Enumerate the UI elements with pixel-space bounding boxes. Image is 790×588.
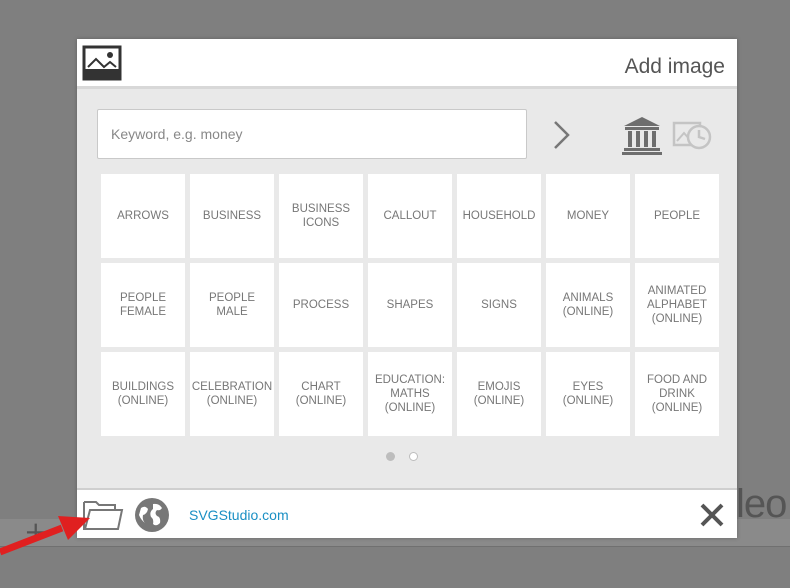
category-tile[interactable]: SHAPES [368,263,452,347]
dialog-header: Add image [77,39,737,89]
background-partial-text: leo [736,482,787,526]
category-tile[interactable]: SIGNS [457,263,541,347]
category-grid: ARROWS BUSINESS BUSINESS ICONS CALLOUT HOUSE… [101,174,719,436]
category-tile[interactable]: CHART (ONLINE) [279,352,363,436]
category-tile[interactable]: HOUSEHOLD [457,174,541,258]
dialog-title: Add image [624,55,725,78]
search-input[interactable] [109,110,513,158]
category-tile[interactable]: MONEY [546,174,630,258]
red-arrow-annotation [0,516,90,556]
category-tile[interactable]: EYES (ONLINE) [546,352,630,436]
image-icon [82,45,122,81]
category-tile[interactable]: PEOPLE [635,174,719,258]
pagination [381,448,423,466]
page-dot-active[interactable] [386,452,395,461]
category-tile[interactable]: PEOPLE FEMALE [101,263,185,347]
library-icon[interactable] [622,115,662,155]
close-icon[interactable] [699,502,725,528]
category-tile[interactable]: FOOD AND DRINK (ONLINE) [635,352,719,436]
category-tile[interactable]: CELEBRATION (ONLINE) [190,352,274,436]
add-image-dialog: Add image ARROWSBUSINESSBUSINESS ICONSCA… [77,39,737,538]
category-tile[interactable]: ARROWS [101,174,185,258]
category-tile[interactable]: ANIMATED ALPHABET (ONLINE) [635,263,719,347]
category-tile[interactable]: BUSINESS [190,174,274,258]
category-tile[interactable]: BUILDINGS (ONLINE) [101,352,185,436]
history-icon[interactable] [672,117,712,153]
background-divider [0,546,790,547]
category-tile[interactable]: EDUCATION: MATHS (ONLINE) [368,352,452,436]
svgstudio-link[interactable]: SVGStudio.com [189,507,289,523]
category-tile[interactable]: ANIMALS (ONLINE) [546,263,630,347]
category-tile[interactable]: PROCESS [279,263,363,347]
category-tile[interactable]: CALLOUT [368,174,452,258]
category-tile[interactable]: EMOJIS (ONLINE) [457,352,541,436]
chevron-right-icon[interactable] [549,119,575,151]
category-tile[interactable]: PEOPLE MALE [190,263,274,347]
page-dot[interactable] [409,452,419,461]
dialog-footer: SVGStudio.com [77,488,737,538]
search-field[interactable] [97,109,527,159]
category-tile[interactable]: BUSINESS ICONS [279,174,363,258]
globe-icon[interactable] [133,496,171,534]
